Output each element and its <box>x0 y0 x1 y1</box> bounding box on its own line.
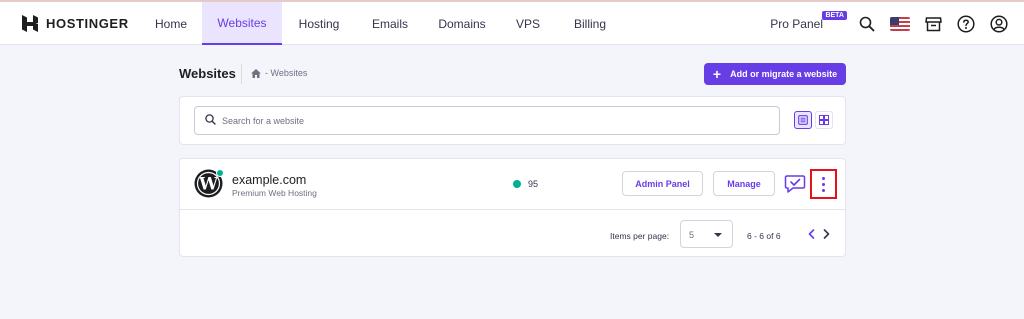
main-nav: Home Websites Hosting Emails Domains VPS… <box>140 2 624 45</box>
prev-page-button[interactable] <box>805 227 817 241</box>
chat-check-icon[interactable] <box>784 174 806 194</box>
grid-view-toggle[interactable] <box>815 111 833 129</box>
caret-down-icon <box>714 233 722 237</box>
chevron-left-icon <box>808 229 814 239</box>
nav-billing[interactable]: Billing <box>556 2 624 45</box>
list-item: W example.com Premium Web Hosting 95 Adm… <box>180 159 845 210</box>
pro-panel-link[interactable]: Pro Panel BETA <box>770 10 847 31</box>
header-tools: Pro Panel BETA <box>770 2 1010 45</box>
site-domain[interactable]: example.com <box>232 173 306 187</box>
breadcrumb-label: - Websites <box>265 68 308 78</box>
store-icon[interactable] <box>922 13 944 35</box>
page-title: Websites <box>179 66 236 81</box>
pagination: Items per page: 5 6 - 6 of 6 <box>180 210 845 257</box>
chevron-right-icon <box>823 229 829 239</box>
search-box[interactable] <box>194 106 780 135</box>
list-view-toggle[interactable] <box>794 111 812 129</box>
top-navbar: HOSTINGER Home Websites Hosting Emails D… <box>0 0 1024 45</box>
websites-list: W example.com Premium Web Hosting 95 Adm… <box>179 158 846 257</box>
breadcrumb: - Websites <box>251 68 307 78</box>
nav-vps[interactable]: VPS <box>500 2 556 45</box>
search-field-icon <box>205 112 216 130</box>
help-icon[interactable] <box>955 13 977 35</box>
performance-score: 95 <box>528 179 539 189</box>
pro-panel-label: Pro Panel <box>770 16 823 31</box>
more-dot <box>822 176 825 180</box>
manage-button[interactable]: Manage <box>713 171 775 196</box>
page-header: Websites - Websites + Add or migrate a w… <box>179 63 846 86</box>
more-dot <box>822 188 825 192</box>
plus-icon: + <box>712 66 722 82</box>
grid-view-icon <box>819 115 829 125</box>
hostinger-logo[interactable]: HOSTINGER <box>22 15 129 32</box>
next-page-button[interactable] <box>820 227 832 241</box>
home-icon[interactable] <box>251 68 261 78</box>
nav-domains[interactable]: Domains <box>424 2 500 45</box>
add-website-button[interactable]: + Add or migrate a website <box>704 63 846 85</box>
search-card <box>179 96 846 145</box>
search-input[interactable] <box>222 115 762 126</box>
page-range: 6 - 6 of 6 <box>747 231 781 241</box>
hostinger-logo-icon <box>22 15 38 32</box>
header-divider <box>241 64 242 84</box>
add-website-label: Add or migrate a website <box>730 69 838 79</box>
us-flag-icon[interactable] <box>889 13 911 35</box>
admin-panel-button[interactable]: Admin Panel <box>622 171 703 196</box>
more-dot <box>822 182 825 186</box>
nav-hosting[interactable]: Hosting <box>282 2 356 45</box>
beta-badge: BETA <box>822 10 847 20</box>
list-view-icon <box>798 115 808 125</box>
account-icon[interactable] <box>988 13 1010 35</box>
search-icon[interactable] <box>856 13 878 35</box>
items-per-page-value: 5 <box>689 230 695 240</box>
nav-websites[interactable]: Websites <box>202 2 282 45</box>
nav-emails[interactable]: Emails <box>356 2 424 45</box>
status-online-dot <box>216 169 224 177</box>
brand-name: HOSTINGER <box>46 16 129 31</box>
site-plan: Premium Web Hosting <box>232 188 317 198</box>
performance-status-dot <box>513 180 521 188</box>
svg-text:W: W <box>198 175 219 195</box>
items-per-page-select[interactable]: 5 <box>680 220 733 248</box>
more-options-button[interactable] <box>810 169 837 199</box>
items-per-page-label: Items per page: <box>610 231 670 241</box>
nav-home[interactable]: Home <box>140 2 202 45</box>
